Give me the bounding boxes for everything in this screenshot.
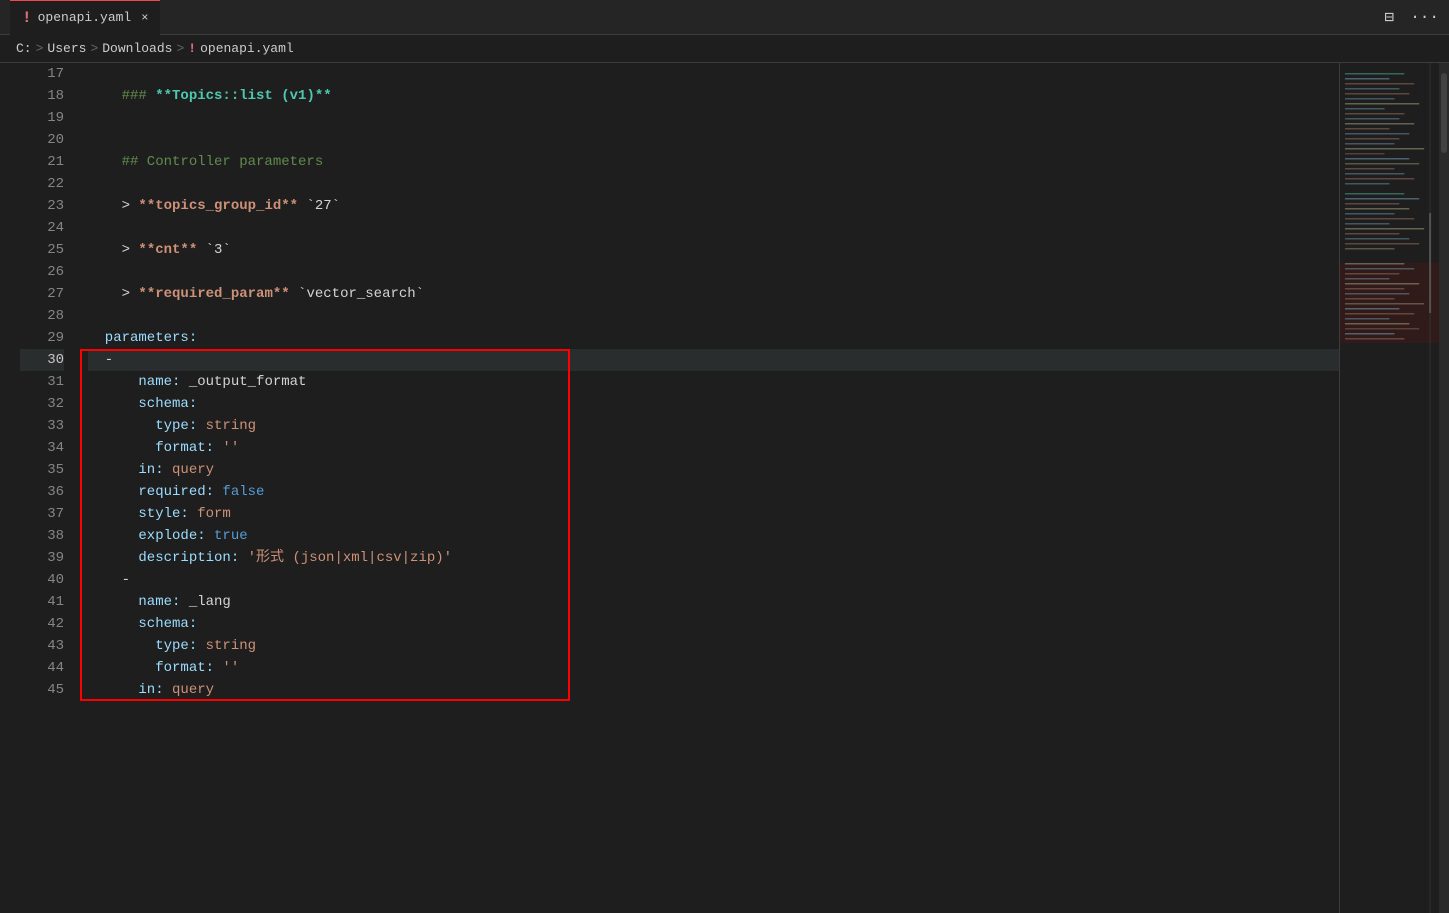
editor-tab[interactable]: ! openapi.yaml × <box>10 0 160 35</box>
line-number: 39 <box>20 547 64 569</box>
code-line: schema: <box>88 613 1339 635</box>
line-number: 36 <box>20 481 64 503</box>
code-line: name: _output_format <box>88 371 1339 393</box>
code-line: - <box>88 349 1339 371</box>
line-number: 44 <box>20 657 64 679</box>
code-line <box>88 217 1339 239</box>
code-line <box>88 129 1339 151</box>
breadcrumb-file-icon: ! <box>188 41 196 56</box>
more-actions-icon[interactable]: ··· <box>1410 8 1439 26</box>
breadcrumb-filename[interactable]: openapi.yaml <box>200 41 294 56</box>
code-line: format: '' <box>88 437 1339 459</box>
line-number: 18 <box>20 85 64 107</box>
line-number: 43 <box>20 635 64 657</box>
line-number: 31 <box>20 371 64 393</box>
code-line: type: string <box>88 415 1339 437</box>
line-number: 22 <box>20 173 64 195</box>
code-line: in: query <box>88 459 1339 481</box>
breadcrumb-sep-1: > <box>36 41 44 56</box>
line-number: 29 <box>20 327 64 349</box>
code-line: ### **Topics::list (v1)** <box>88 85 1339 107</box>
code-line: in: query <box>88 679 1339 701</box>
breadcrumb-users[interactable]: Users <box>47 41 86 56</box>
line-number: 37 <box>20 503 64 525</box>
code-line: required: false <box>88 481 1339 503</box>
breadcrumb-sep-2: > <box>90 41 98 56</box>
breadcrumb-downloads[interactable]: Downloads <box>102 41 172 56</box>
split-editor-icon[interactable]: ⊟ <box>1385 7 1395 27</box>
code-line: format: '' <box>88 657 1339 679</box>
code-line <box>88 63 1339 85</box>
line-number: 41 <box>20 591 64 613</box>
line-number: 30 <box>20 349 64 371</box>
line-number: 23 <box>20 195 64 217</box>
line-number: 25 <box>20 239 64 261</box>
line-number: 40 <box>20 569 64 591</box>
code-content[interactable]: ### **Topics::list (v1)** ## Controller … <box>80 63 1339 913</box>
line-number: 27 <box>20 283 64 305</box>
editor-container: 1718192021222324252627282930313233343536… <box>0 63 1449 913</box>
breadcrumb-drive[interactable]: C: <box>16 41 32 56</box>
line-number: 34 <box>20 437 64 459</box>
breadcrumb-sep-3: > <box>176 41 184 56</box>
line-number: 24 <box>20 217 64 239</box>
code-line: type: string <box>88 635 1339 657</box>
left-gutter <box>0 63 20 913</box>
line-number: 28 <box>20 305 64 327</box>
breadcrumb: C: > Users > Downloads > ! openapi.yaml <box>0 35 1449 63</box>
code-line: schema: <box>88 393 1339 415</box>
code-line: - <box>88 569 1339 591</box>
line-number: 45 <box>20 679 64 701</box>
line-number: 17 <box>20 63 64 85</box>
scrollbar-thumb[interactable] <box>1441 73 1447 153</box>
title-bar: ! openapi.yaml × ⊟ ··· <box>0 0 1449 35</box>
code-line: > **topics_group_id** `27` <box>88 195 1339 217</box>
line-number: 38 <box>20 525 64 547</box>
code-line: explode: true <box>88 525 1339 547</box>
code-line: > **cnt** `3` <box>88 239 1339 261</box>
code-line: name: _lang <box>88 591 1339 613</box>
tab-filename: openapi.yaml <box>38 10 132 25</box>
tab-close-button[interactable]: × <box>141 11 148 25</box>
line-number: 20 <box>20 129 64 151</box>
minimap[interactable] <box>1339 63 1439 913</box>
line-number: 21 <box>20 151 64 173</box>
code-line <box>88 107 1339 129</box>
code-line: parameters: <box>88 327 1339 349</box>
line-numbers: 1718192021222324252627282930313233343536… <box>20 63 80 913</box>
code-line: ## Controller parameters <box>88 151 1339 173</box>
editor-main[interactable]: 1718192021222324252627282930313233343536… <box>0 63 1339 913</box>
code-area: 1718192021222324252627282930313233343536… <box>0 63 1339 913</box>
line-number: 42 <box>20 613 64 635</box>
title-bar-actions: ⊟ ··· <box>1385 7 1439 27</box>
code-line <box>88 305 1339 327</box>
code-line: > **required_param** `vector_search` <box>88 283 1339 305</box>
line-number: 32 <box>20 393 64 415</box>
line-number: 26 <box>20 261 64 283</box>
tab-group: ! openapi.yaml × <box>10 0 160 35</box>
code-line <box>88 173 1339 195</box>
line-number: 35 <box>20 459 64 481</box>
line-number: 19 <box>20 107 64 129</box>
code-line <box>88 261 1339 283</box>
line-number: 33 <box>20 415 64 437</box>
vertical-scrollbar[interactable] <box>1439 63 1449 913</box>
code-line: style: form <box>88 503 1339 525</box>
code-line: description: '形式 (json|xml|csv|zip)' <box>88 547 1339 569</box>
file-warning-icon: ! <box>22 9 32 27</box>
